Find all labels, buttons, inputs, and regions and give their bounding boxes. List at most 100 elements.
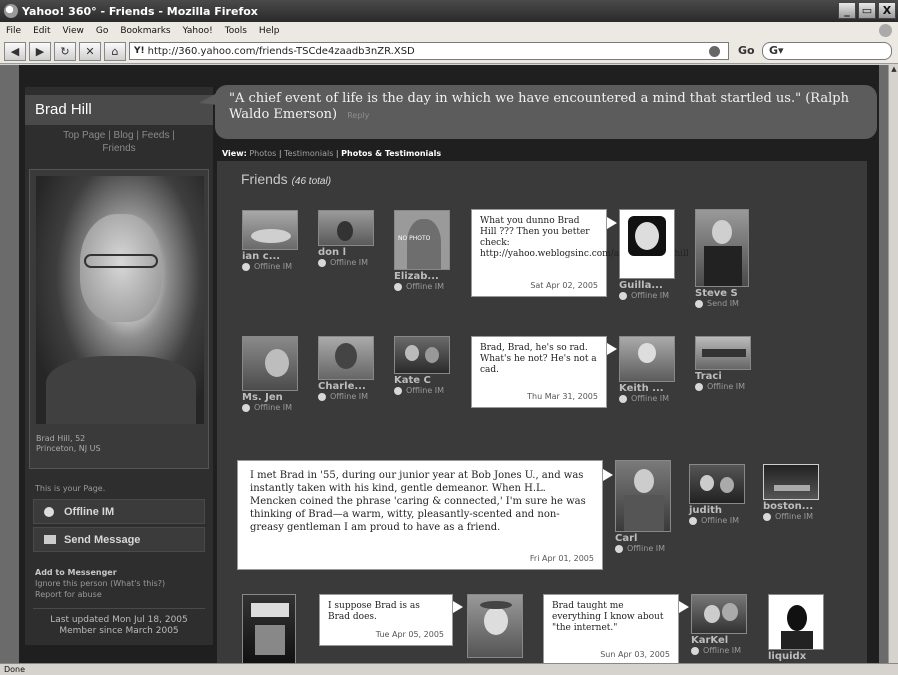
forward-button[interactable]: ▶ (29, 41, 51, 61)
menu-tools[interactable]: Tools (225, 26, 247, 36)
menu-bookmarks[interactable]: Bookmarks (120, 26, 170, 36)
friend-name[interactable]: judith (689, 505, 761, 516)
friend-card[interactable]: Carl Offline IM (615, 460, 687, 553)
friend-name[interactable]: Traci (695, 371, 767, 382)
friend-status[interactable]: Offline IM (691, 646, 763, 655)
friend-photo[interactable] (242, 210, 298, 250)
menu-view[interactable]: View (63, 26, 84, 36)
friend-status[interactable]: Offline IM (394, 282, 466, 291)
nav-blog[interactable]: Blog (114, 130, 134, 141)
friend-name[interactable]: boston... (763, 501, 835, 512)
friend-status[interactable]: Offline IM (394, 386, 466, 395)
friend-photo[interactable] (619, 336, 675, 382)
offline-im-button[interactable]: Offline IM (33, 499, 205, 524)
friend-photo[interactable] (394, 336, 450, 374)
friend-card[interactable]: NO PHOTO Elizab... Offline IM (394, 210, 466, 291)
friend-status[interactable]: Offline IM (619, 291, 691, 300)
friend-card[interactable]: Ms. Jen Offline IM (242, 336, 314, 412)
ignore-person-link[interactable]: Ignore this person (What's this?) (35, 578, 165, 589)
friend-photo[interactable] (242, 594, 296, 663)
url-bar[interactable]: Y! http://360.yahoo.com/friends-TSCde4za… (129, 42, 729, 60)
view-photos-link[interactable]: Photos (249, 149, 276, 158)
menu-go[interactable]: Go (96, 26, 108, 36)
friend-card[interactable] (242, 594, 314, 663)
maximize-button[interactable]: ▭ (858, 2, 876, 19)
friend-card[interactable]: judith Offline IM (689, 464, 761, 525)
friend-photo[interactable] (467, 594, 523, 658)
friend-photo[interactable] (763, 464, 819, 500)
friend-card[interactable]: Traci Offline IM (695, 336, 767, 391)
friend-status[interactable]: Offline IM (318, 392, 390, 401)
friend-name[interactable]: Elizab... (394, 271, 466, 282)
view-testimonials-link[interactable]: Testimonials (284, 149, 333, 158)
close-button[interactable]: X (878, 2, 896, 19)
friend-status[interactable]: Offline IM (318, 258, 390, 267)
friend-card[interactable]: KarKel Offline IM (691, 594, 763, 655)
profile-caption: Brad Hill, 52 Princeton, NJ US (36, 434, 101, 454)
report-abuse-link[interactable]: Report for abuse (35, 589, 165, 600)
scroll-up-icon[interactable]: ▲ (889, 65, 898, 77)
minimize-button[interactable]: _ (838, 2, 856, 19)
stop-button[interactable]: ✕ (79, 41, 101, 61)
friend-photo[interactable] (768, 594, 824, 650)
home-button[interactable]: ⌂ (104, 41, 126, 61)
go-button[interactable]: Go (738, 44, 755, 57)
nav-friends[interactable]: Friends (102, 143, 135, 154)
nav-feeds[interactable]: Feeds (142, 130, 170, 141)
menu-edit[interactable]: Edit (33, 26, 50, 36)
friend-photo[interactable] (318, 210, 374, 246)
friend-photo[interactable] (318, 336, 374, 380)
friend-photo[interactable] (695, 209, 749, 287)
friend-card[interactable]: boston... Offline IM (763, 464, 835, 521)
friend-name[interactable]: Charle... (318, 381, 390, 392)
friend-photo[interactable] (691, 594, 747, 634)
friend-name[interactable]: Carl (615, 533, 687, 544)
vertical-scrollbar[interactable]: ▲ (888, 65, 898, 663)
friend-name[interactable]: Ms. Jen (242, 392, 314, 403)
friend-card[interactable]: Steve S Send IM (695, 209, 767, 308)
testimonial-text: Brad, Brad, he's so rad. What's he not? … (480, 343, 597, 375)
friend-photo[interactable] (689, 464, 745, 504)
friend-name[interactable]: Guilla... (619, 280, 691, 291)
friend-card[interactable]: don l Offline IM (318, 210, 390, 267)
friend-card[interactable] (467, 594, 539, 658)
nav-top-page[interactable]: Top Page (63, 130, 105, 141)
friend-status[interactable]: Offline IM (695, 382, 767, 391)
friend-photo[interactable]: NO PHOTO (394, 210, 450, 270)
friend-name[interactable]: Keith ... (619, 383, 691, 394)
friend-card[interactable]: liquidx (768, 594, 840, 662)
add-to-messenger-link[interactable]: Add to Messenger (35, 567, 165, 578)
friend-status[interactable]: Send IM (695, 299, 767, 308)
friend-photo[interactable] (619, 209, 675, 279)
send-message-button[interactable]: Send Message (33, 527, 205, 552)
friend-photo[interactable] (242, 336, 298, 391)
friend-photo[interactable] (695, 336, 751, 370)
friend-name[interactable]: don l (318, 247, 390, 258)
friend-card[interactable]: Guilla... Offline IM (619, 209, 691, 300)
friend-name[interactable]: ian c... (242, 251, 314, 262)
menu-help[interactable]: Help (259, 26, 280, 36)
view-photos-testimonials[interactable]: Photos & Testimonials (341, 149, 441, 158)
quote-reply-link[interactable]: Reply (347, 111, 369, 120)
friend-status[interactable]: Offline IM (615, 544, 687, 553)
menu-yahoo[interactable]: Yahoo! (183, 26, 213, 36)
friend-name[interactable]: liquidx (768, 651, 840, 662)
friend-name[interactable]: Steve S (695, 288, 767, 299)
friend-name[interactable]: Kate C (394, 375, 466, 386)
friend-status[interactable]: Offline IM (689, 516, 761, 525)
reload-button[interactable]: ↻ (54, 41, 76, 61)
friend-card[interactable]: Charle... Offline IM (318, 336, 390, 401)
friend-status[interactable]: Offline IM (619, 394, 691, 403)
friend-status[interactable]: Offline IM (763, 512, 835, 521)
back-button[interactable]: ◀ (4, 41, 26, 61)
friend-card[interactable]: Keith ... Offline IM (619, 336, 691, 403)
friend-name[interactable]: KarKel (691, 635, 763, 646)
friend-card[interactable]: Kate C Offline IM (394, 336, 466, 395)
friend-status[interactable]: Offline IM (242, 403, 314, 412)
search-input[interactable]: G▾ (762, 42, 892, 60)
friend-photo[interactable] (615, 460, 671, 532)
friend-card[interactable]: ian c... Offline IM (242, 210, 314, 271)
menu-file[interactable]: File (6, 26, 21, 36)
friend-status[interactable]: Offline IM (242, 262, 314, 271)
go-arrow-icon[interactable] (709, 46, 720, 57)
